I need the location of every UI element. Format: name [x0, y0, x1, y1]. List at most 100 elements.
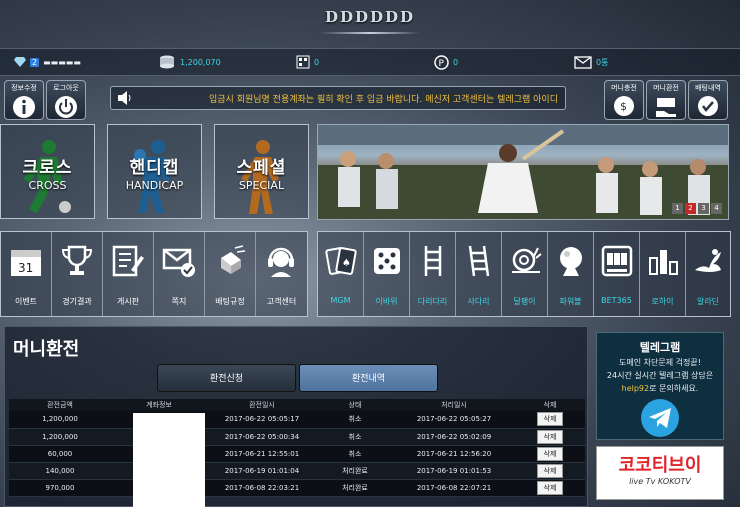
- delete-button[interactable]: 삭제: [536, 480, 564, 495]
- board-icon: [112, 245, 144, 277]
- money-balance: 1,200,070: [158, 55, 221, 69]
- logo-underline: [320, 32, 420, 34]
- mail-icon: [162, 248, 195, 277]
- game-label: 파워볼: [559, 297, 582, 306]
- status-bar: 2 ▬▬▬▬▬ 1,200,070 0 P 0 0통: [0, 48, 740, 76]
- svg-text:$: $: [620, 100, 627, 113]
- edit-info-button[interactable]: 정보수정: [4, 80, 44, 120]
- column-header: 환전금액: [9, 399, 111, 411]
- banner-page-3[interactable]: 3: [698, 203, 709, 214]
- status-cell: 처리완료: [317, 462, 393, 480]
- delete-button[interactable]: 삭제: [536, 429, 564, 444]
- redaction-box: [133, 413, 205, 507]
- category-special[interactable]: 스페셜 SPECIAL: [214, 124, 309, 219]
- game-lowhigh[interactable]: 로하이: [640, 232, 686, 316]
- column-header: 계좌정보: [111, 399, 207, 411]
- svg-text:♠: ♠: [342, 258, 351, 269]
- telegram-line3-text: 로 문의하세요.: [649, 384, 699, 393]
- main-menu: 31 이벤트 경기결과 게시판 쪽지 배팅규정 고객센터: [0, 231, 308, 317]
- status-cell: 취소: [317, 428, 393, 446]
- calendar-day: 31: [18, 261, 33, 275]
- notice-ticker: 입금시 회원님명 전용계좌는 필히 확인 후 입금 바랍니다. 메신저 고객센터…: [110, 86, 566, 110]
- category-subtitle: HANDICAP: [125, 179, 184, 192]
- column-header: 상태: [317, 399, 393, 411]
- promo-banner[interactable]: 1 2 3 4: [317, 124, 729, 220]
- amount-cell: 970,000: [9, 479, 111, 497]
- menu-event[interactable]: 31 이벤트: [1, 232, 52, 316]
- game-label: 다리다리: [417, 297, 448, 306]
- exchange-tabs: 환전신청 환전내역: [157, 364, 438, 392]
- category-subtitle: SPECIAL: [238, 179, 285, 192]
- game-label: 사다리: [467, 297, 490, 306]
- game-ladder[interactable]: 사다리: [456, 232, 502, 316]
- messages[interactable]: 0통: [574, 55, 608, 69]
- bet-history-button[interactable]: 배팅내역: [688, 80, 728, 120]
- column-header: 삭제: [515, 399, 585, 411]
- telegram-title: 텔레그램: [639, 341, 681, 354]
- table-row: 1,200,000 농협 2017-06-22 05:00:34 취소 2017…: [9, 428, 585, 446]
- category-handicap[interactable]: 핸디캡 HANDICAP: [107, 124, 202, 219]
- logo-text: DDDDDD: [324, 8, 416, 26]
- table-header-row: 환전금액 계좌정보 환전일시 상태 처리일시 삭제: [9, 399, 585, 411]
- info-icon: [13, 96, 35, 118]
- ball-icon: [560, 247, 582, 276]
- game-aladdin[interactable]: 알라딘: [686, 232, 730, 316]
- calendar-icon: 31: [11, 250, 41, 276]
- delete-button[interactable]: 삭제: [536, 412, 564, 427]
- category-cross[interactable]: 크로스 CROSS: [0, 124, 95, 219]
- menu-label: 이벤트: [14, 297, 38, 306]
- telegram-box[interactable]: 텔레그램 도메인 차단문제 걱정끝! 24시간 실시간 텔레그램 상담은 hel…: [596, 332, 724, 440]
- delete-cell: 삭제: [515, 479, 585, 497]
- tab-exchange-history[interactable]: 환전내역: [299, 364, 438, 392]
- kokotv-banner[interactable]: 코코티브이 live Tv KOKOTV: [596, 446, 724, 500]
- charge-label: 머니충전: [611, 84, 637, 92]
- logout-button[interactable]: 로그아웃: [46, 80, 86, 120]
- category-title: 크로스: [22, 158, 73, 178]
- banner-page-1[interactable]: 1: [672, 203, 683, 214]
- game-dice[interactable]: 이바위: [364, 232, 410, 316]
- game-snail[interactable]: 달팽이: [502, 232, 548, 316]
- menu-label: 고객센터: [266, 297, 297, 306]
- user-level: 2 ▬▬▬▬▬: [14, 57, 81, 67]
- menu-support[interactable]: 고객센터: [256, 232, 307, 316]
- game-mgm[interactable]: ♠ MGM: [318, 232, 364, 316]
- menu-rules[interactable]: 배팅규정: [205, 232, 256, 316]
- game-bet365[interactable]: BET365: [594, 232, 640, 316]
- ticker-text: 입금시 회원님명 전용계좌는 필히 확인 후 입금 바랍니다. 메신저 고객센터…: [209, 94, 558, 105]
- money-exchange-button[interactable]: 머니환전: [646, 80, 686, 120]
- p-balance: P 0: [434, 54, 459, 70]
- p-value: 0: [453, 57, 459, 67]
- tab-exchange-request[interactable]: 환전신청: [157, 364, 296, 392]
- request-date-cell: 2017-06-22 05:05:17: [207, 411, 317, 429]
- site-logo[interactable]: DDDDDD: [320, 8, 420, 42]
- cards-icon: ♠: [325, 247, 357, 275]
- delete-button[interactable]: 삭제: [536, 463, 564, 478]
- page-title: 머니환전: [13, 339, 80, 360]
- calculator-icon: [296, 55, 310, 69]
- points-value: 0: [314, 57, 320, 67]
- power-icon: [55, 96, 77, 118]
- banner-page-2[interactable]: 2: [685, 203, 696, 214]
- category-title: 스페셜: [236, 158, 287, 178]
- amount-cell: 60,000: [9, 445, 111, 463]
- level-badge: 2: [30, 57, 40, 67]
- delete-button[interactable]: 삭제: [536, 446, 564, 461]
- game-daridari[interactable]: 다리다리: [410, 232, 456, 316]
- slot-icon: [601, 245, 633, 277]
- category-title: 핸디캡: [129, 158, 180, 178]
- game-label: 로하이: [651, 297, 674, 306]
- menu-messages[interactable]: 쪽지: [154, 232, 205, 316]
- banner-page-4[interactable]: 4: [711, 203, 722, 214]
- menu-results[interactable]: 경기결과: [52, 232, 103, 316]
- exchange-label: 머니환전: [653, 84, 679, 92]
- snail-icon: [512, 247, 542, 273]
- telegram-id: help92: [621, 384, 650, 393]
- money-charge-button[interactable]: 머니충전 $: [604, 80, 644, 120]
- game-powerball[interactable]: 파워볼: [548, 232, 594, 316]
- menu-board[interactable]: 게시판: [103, 232, 154, 316]
- delete-cell: 삭제: [515, 428, 585, 446]
- telegram-icon: [641, 399, 679, 437]
- request-date-cell: 2017-06-08 22:03:21: [207, 479, 317, 497]
- processed-date-cell: 2017-06-21 12:56:20: [393, 445, 515, 463]
- game-label: BET365: [601, 296, 632, 305]
